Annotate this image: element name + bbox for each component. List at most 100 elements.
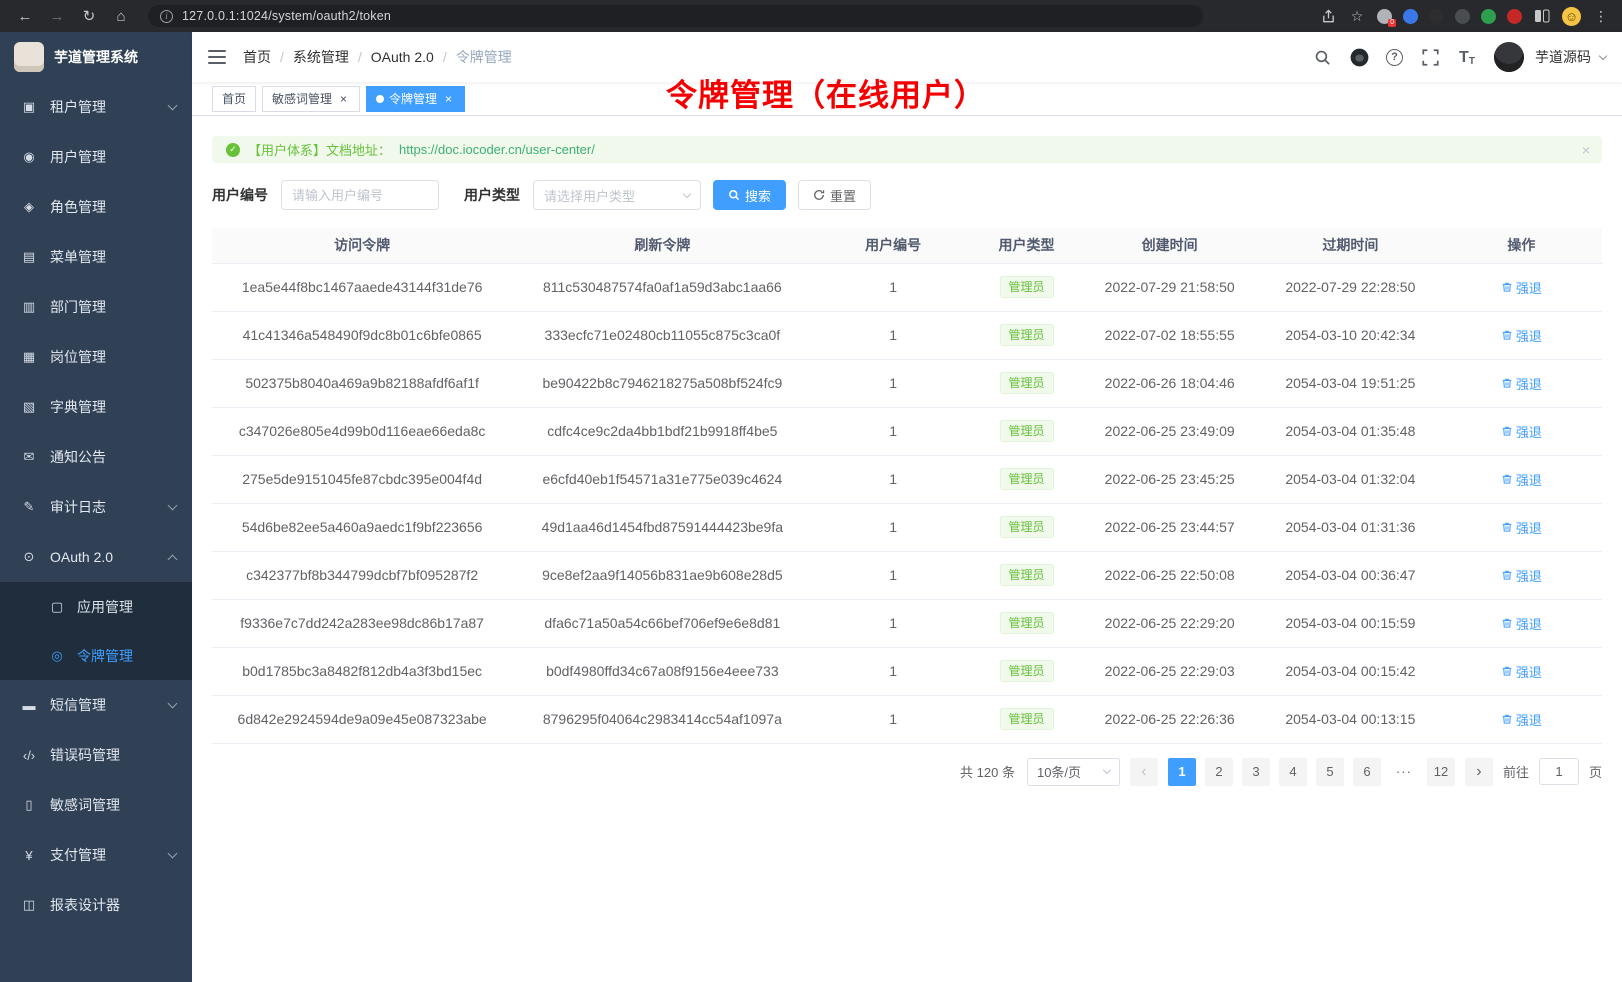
next-page-button[interactable]: › bbox=[1465, 758, 1493, 786]
page-button-1[interactable]: 1 bbox=[1168, 758, 1196, 786]
audit-log-icon: ✎ bbox=[21, 499, 37, 515]
search-icon[interactable] bbox=[1312, 47, 1332, 67]
extension-icon[interactable] bbox=[1403, 9, 1418, 24]
sidebar-item-label: 岗位管理 bbox=[50, 347, 176, 367]
user-type-select[interactable]: 请选择用户类型 bbox=[533, 180, 701, 210]
expire-time-cell: 2054-03-04 01:31:36 bbox=[1260, 503, 1441, 551]
page-button-5[interactable]: 5 bbox=[1316, 758, 1344, 786]
page-button-6[interactable]: 6 bbox=[1353, 758, 1381, 786]
force-logout-button[interactable]: 强退 bbox=[1501, 566, 1542, 585]
goto-page-input[interactable] bbox=[1539, 758, 1579, 785]
page-button-2[interactable]: 2 bbox=[1205, 758, 1233, 786]
sidebar-item-oauth2[interactable]: ⊙OAuth 2.0 bbox=[0, 532, 192, 582]
browser-reload-icon[interactable]: ↻ bbox=[76, 4, 102, 28]
sidebar-toggle-icon[interactable] bbox=[208, 50, 226, 64]
user-menu-caret-icon[interactable] bbox=[1599, 51, 1607, 59]
split-view-icon[interactable] bbox=[1533, 7, 1551, 25]
page-button-3[interactable]: 3 bbox=[1242, 758, 1270, 786]
browser-address-bar[interactable]: i 127.0.0.1:1024/system/oauth2/token bbox=[148, 5, 1203, 27]
sidebar-item-role[interactable]: ◈角色管理 bbox=[0, 182, 192, 232]
user-name[interactable]: 芋道源码 bbox=[1535, 47, 1591, 67]
extension-icon[interactable] bbox=[1455, 9, 1470, 24]
token-table: 访问令牌刷新令牌用户编号用户类型创建时间过期时间操作 1ea5e44f8bc14… bbox=[212, 228, 1602, 744]
prev-page-button[interactable]: ‹ bbox=[1130, 758, 1158, 786]
pay-icon: ¥ bbox=[21, 848, 37, 863]
sidebar-item-pay[interactable]: ¥支付管理 bbox=[0, 830, 192, 880]
browser-menu-icon[interactable]: ⋮ bbox=[1592, 7, 1610, 25]
page-size-select[interactable]: 10条/页 bbox=[1027, 758, 1120, 786]
fullscreen-icon[interactable] bbox=[1420, 47, 1440, 67]
sidebar-item-notice[interactable]: ✉通知公告 bbox=[0, 432, 192, 482]
sidebar-item-tenant[interactable]: ▣租户管理 bbox=[0, 82, 192, 132]
sidebar-item-label: 部门管理 bbox=[50, 297, 176, 317]
app-logo[interactable]: 芋道管理系统 bbox=[0, 32, 192, 82]
breadcrumb-item[interactable]: 首页 bbox=[243, 47, 271, 67]
sidebar-item-menu[interactable]: ▤菜单管理 bbox=[0, 232, 192, 282]
page-button-4[interactable]: 4 bbox=[1279, 758, 1307, 786]
sidebar-item-app[interactable]: ▢应用管理 bbox=[0, 582, 192, 631]
github-icon[interactable] bbox=[1349, 47, 1369, 67]
force-logout-button[interactable]: 强退 bbox=[1501, 518, 1542, 537]
force-logout-button[interactable]: 强退 bbox=[1501, 374, 1542, 393]
column-header: 刷新令牌 bbox=[512, 228, 812, 263]
sidebar-item-label: 通知公告 bbox=[50, 447, 176, 467]
sidebar-item-audit-log[interactable]: ✎审计日志 bbox=[0, 482, 192, 532]
sidebar-item-dept[interactable]: ▥部门管理 bbox=[0, 282, 192, 332]
extension-icon[interactable]: 0 bbox=[1377, 9, 1392, 24]
user-id-input[interactable] bbox=[281, 180, 439, 210]
user-id-cell: 1 bbox=[812, 503, 973, 551]
pagination-ellipsis[interactable]: ··· bbox=[1390, 764, 1418, 779]
font-size-icon[interactable]: TT bbox=[1457, 47, 1477, 67]
force-logout-button[interactable]: 强退 bbox=[1501, 326, 1542, 345]
page-button-12[interactable]: 12 bbox=[1427, 758, 1455, 786]
tab-item-1[interactable]: 敏感词管理× bbox=[262, 86, 360, 112]
user-id-label: 用户编号 bbox=[212, 185, 268, 205]
user-avatar[interactable] bbox=[1494, 42, 1524, 72]
force-logout-button[interactable]: 强退 bbox=[1501, 710, 1542, 729]
browser-profile-avatar[interactable]: ☺ bbox=[1562, 7, 1581, 26]
tab-close-icon[interactable]: × bbox=[442, 92, 455, 105]
sidebar-item-sensitive-word[interactable]: ▯敏感词管理 bbox=[0, 780, 192, 830]
tab-item-2[interactable]: 令牌管理 × bbox=[366, 86, 465, 112]
extension-icon[interactable] bbox=[1507, 9, 1522, 24]
user-id-cell: 1 bbox=[812, 551, 973, 599]
force-logout-button[interactable]: 强退 bbox=[1501, 278, 1542, 297]
browser-home-icon[interactable]: ⌂ bbox=[108, 4, 134, 28]
reset-button[interactable]: 重置 bbox=[798, 180, 871, 210]
browser-back-icon[interactable]: ← bbox=[12, 4, 38, 28]
force-logout-button[interactable]: 强退 bbox=[1501, 614, 1542, 633]
site-info-icon[interactable]: i bbox=[160, 10, 173, 23]
tab-close-icon[interactable]: × bbox=[337, 92, 350, 105]
share-icon[interactable] bbox=[1319, 7, 1337, 25]
search-button[interactable]: 搜索 bbox=[713, 180, 786, 210]
sidebar-item-post[interactable]: ▦岗位管理 bbox=[0, 332, 192, 382]
user-type-cell: 管理员 bbox=[974, 503, 1080, 551]
sidebar-item-user[interactable]: ◉用户管理 bbox=[0, 132, 192, 182]
expire-time-cell: 2054-03-04 19:51:25 bbox=[1260, 359, 1441, 407]
breadcrumb-item: 令牌管理 bbox=[456, 47, 512, 67]
breadcrumb-item[interactable]: 系统管理 bbox=[293, 47, 349, 67]
bookmark-star-icon[interactable]: ☆ bbox=[1348, 7, 1366, 25]
alert-close-icon[interactable]: × bbox=[1582, 142, 1590, 158]
access-token-cell: c342377bf8b344799dcbf7bf095287f2 bbox=[212, 551, 512, 599]
help-icon[interactable]: ? bbox=[1386, 49, 1403, 66]
extension-icon[interactable] bbox=[1429, 9, 1444, 24]
tab-item-0[interactable]: 首页 bbox=[212, 86, 256, 112]
sidebar-menu: ▣租户管理◉用户管理◈角色管理▤菜单管理▥部门管理▦岗位管理▧字典管理✉通知公告… bbox=[0, 82, 192, 930]
force-logout-button[interactable]: 强退 bbox=[1501, 422, 1542, 441]
sidebar-item-token[interactable]: ◎令牌管理 bbox=[0, 631, 192, 680]
force-logout-button[interactable]: 强退 bbox=[1501, 662, 1542, 681]
breadcrumb-item[interactable]: OAuth 2.0 bbox=[371, 49, 434, 65]
alert-doc-link[interactable]: https://doc.iocoder.cn/user-center/ bbox=[399, 142, 595, 157]
sidebar-item-report[interactable]: ◫报表设计器 bbox=[0, 880, 192, 930]
tab-label: 令牌管理 bbox=[389, 90, 437, 107]
sidebar-item-sms[interactable]: ▬短信管理 bbox=[0, 680, 192, 730]
chevron-down-icon bbox=[168, 848, 178, 858]
app-window: 芋道管理系统 ▣租户管理◉用户管理◈角色管理▤菜单管理▥部门管理▦岗位管理▧字典… bbox=[0, 32, 1622, 982]
browser-forward-icon[interactable]: → bbox=[44, 4, 70, 28]
sidebar-item-dict[interactable]: ▧字典管理 bbox=[0, 382, 192, 432]
doc-alert: ✓ 【用户体系】文档地址： https://doc.iocoder.cn/use… bbox=[212, 136, 1602, 163]
force-logout-button[interactable]: 强退 bbox=[1501, 470, 1542, 489]
extension-icon[interactable] bbox=[1481, 9, 1496, 24]
sidebar-item-error-code[interactable]: ‹/›错误码管理 bbox=[0, 730, 192, 780]
